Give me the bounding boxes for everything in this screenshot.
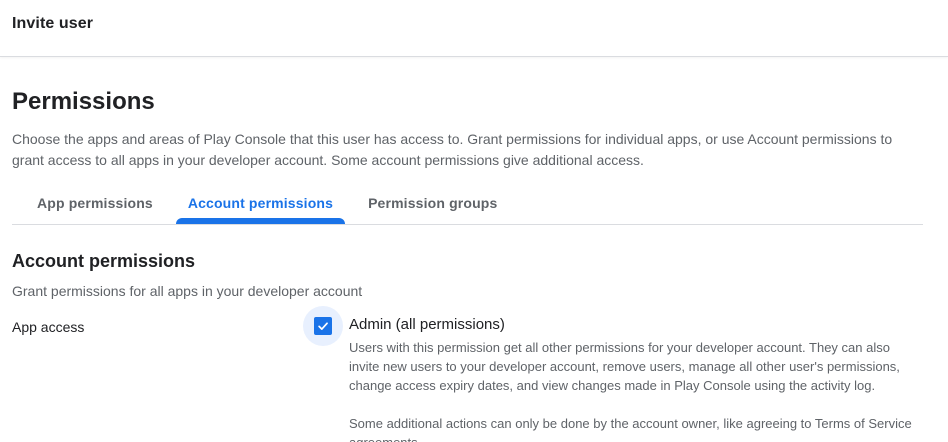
checkmark-icon (316, 319, 330, 333)
row-label-app-access: App access (12, 306, 303, 335)
page-title: Invite user (12, 15, 936, 33)
tab-permission-groups[interactable]: Permission groups (356, 185, 509, 224)
account-permissions-heading: Account permissions (12, 250, 923, 272)
tab-account-permissions[interactable]: Account permissions (176, 185, 345, 224)
checkbox-box (314, 317, 332, 335)
tab-label: Account permissions (188, 195, 333, 211)
account-permissions-subtitle: Grant permissions for all apps in your d… (12, 283, 923, 299)
admin-option: Admin (all permissions) Users with this … (349, 306, 914, 442)
admin-option-description-owner-note: Some additional actions can only be done… (349, 414, 914, 442)
tab-app-permissions[interactable]: App permissions (25, 185, 165, 224)
permissions-description: Choose the apps and areas of Play Consol… (12, 129, 923, 171)
permissions-tab-bar: App permissions Account permissions Perm… (12, 185, 923, 225)
admin-option-title: Admin (all permissions) (349, 316, 914, 334)
tab-label: Permission groups (368, 195, 497, 211)
tab-label: App permissions (37, 195, 153, 211)
permissions-heading: Permissions (12, 87, 923, 117)
permission-row: App access Admin (all permissions) Users… (12, 306, 923, 442)
active-tab-indicator (176, 218, 345, 224)
admin-option-description: Users with this permission get all other… (349, 338, 914, 395)
permissions-page: Permissions Choose the apps and areas of… (0, 87, 948, 442)
admin-permission-checkbox[interactable] (303, 306, 343, 346)
page-header: Invite user (0, 0, 948, 57)
